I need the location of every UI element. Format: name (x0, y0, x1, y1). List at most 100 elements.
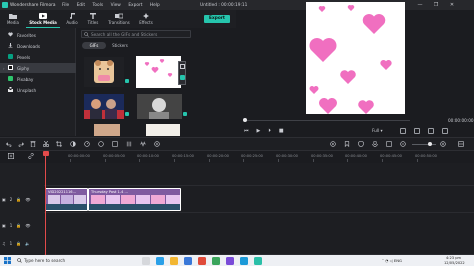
audio-mixer-icon[interactable] (126, 141, 132, 147)
marker-icon[interactable] (344, 141, 350, 147)
sidebar-item-unsplash[interactable]: Unsplash (0, 85, 76, 95)
tab-titles[interactable]: Titles (82, 10, 104, 28)
cartoon-bear-image (94, 60, 114, 83)
more-tools-icon[interactable] (154, 141, 160, 147)
timeline-layout-icon[interactable] (458, 141, 464, 147)
gif-thumbnail-selected[interactable] (136, 56, 181, 88)
gif-thumbnail[interactable] (146, 124, 180, 136)
close-button[interactable]: ✕ (444, 2, 460, 8)
scissors-icon[interactable] (43, 141, 49, 147)
add-to-project-icon[interactable] (180, 64, 185, 69)
download-badge-icon[interactable] (125, 79, 129, 83)
minimize-button[interactable]: — (412, 2, 428, 8)
tab-media[interactable]: Media (2, 10, 24, 28)
app-icon[interactable] (226, 256, 234, 265)
timeline-clip[interactable]: VID20221116... (45, 188, 88, 211)
track-row-audio-1[interactable] (44, 213, 474, 255)
monitor-icon[interactable] (400, 127, 406, 134)
tab-audio[interactable]: Audio (61, 10, 83, 28)
adjust-icon[interactable] (70, 141, 76, 147)
download-icon[interactable] (180, 75, 185, 80)
windows-start-icon[interactable] (4, 257, 11, 264)
tab-stock-media[interactable]: Stock Media (26, 10, 60, 28)
menu-file[interactable]: File (62, 3, 69, 8)
delete-icon[interactable] (30, 141, 36, 147)
fullscreen-icon[interactable] (442, 127, 448, 134)
green-screen-icon[interactable] (112, 141, 118, 147)
preview-scrubber[interactable] (246, 119, 410, 121)
export-button[interactable]: Export (204, 14, 230, 23)
chevron-up-icon[interactable]: ˄ (382, 258, 384, 263)
gif-thumbnail[interactable] (137, 94, 182, 119)
track-number: 1 (9, 241, 13, 246)
file-explorer-icon[interactable] (170, 256, 178, 265)
shield-icon[interactable] (358, 141, 364, 147)
sidebar-item-favorites[interactable]: Favorites (0, 30, 76, 40)
playback-quality-select[interactable]: Full ▾ (372, 128, 383, 133)
sidebar-item-pixabay[interactable]: Pixabay (0, 74, 76, 84)
microphone-icon[interactable] (372, 141, 378, 147)
color-icon[interactable] (98, 141, 104, 147)
clock-time[interactable]: 4:23 pm (446, 256, 461, 260)
eye-icon[interactable]: 👁 (25, 223, 30, 228)
eye-icon[interactable]: 👁 (25, 197, 30, 202)
stop-icon[interactable]: ■ (279, 128, 284, 134)
volume-icon[interactable] (428, 127, 434, 134)
voiceover-icon[interactable] (386, 141, 392, 147)
sidebar-item-downloads[interactable]: Downloads (0, 41, 76, 51)
download-badge-icon[interactable] (183, 112, 187, 116)
audio-wave-icon[interactable] (140, 141, 146, 147)
app-icon[interactable] (212, 256, 220, 265)
play-icon[interactable]: ▶ (257, 128, 261, 134)
scrubber-handle[interactable] (243, 117, 247, 122)
task-view-icon[interactable] (142, 256, 150, 265)
tab-effects[interactable]: Effects (135, 10, 157, 28)
menu-edit[interactable]: Edit (77, 3, 85, 8)
maximize-button[interactable]: ❐ (428, 2, 444, 8)
playhead-handle[interactable] (42, 151, 49, 156)
menu-view[interactable]: View (111, 3, 121, 8)
link-icon[interactable] (28, 153, 34, 159)
sidebar-item-giphy[interactable]: › Giphy (0, 63, 76, 73)
app-icon[interactable] (240, 256, 248, 265)
tab-gifs[interactable]: GIFs (82, 42, 106, 49)
sidebar-item-pexels[interactable]: Pexels (0, 52, 76, 62)
edge-browser-icon[interactable] (156, 256, 164, 265)
step-back-icon[interactable]: ⏮ (244, 128, 249, 134)
speed-icon[interactable] (84, 141, 90, 147)
undo-icon[interactable] (6, 141, 12, 147)
add-track-icon[interactable] (8, 153, 14, 159)
volume-icon[interactable]: ◁ (390, 258, 393, 263)
redo-icon[interactable] (18, 141, 24, 147)
gif-thumbnail[interactable] (84, 57, 124, 87)
render-preview-icon[interactable] (330, 141, 336, 147)
filmora-taskbar-icon[interactable] (254, 256, 262, 265)
zoom-slider[interactable] (412, 143, 436, 145)
snapshot-camera-icon[interactable] (414, 127, 420, 134)
zoom-out-icon[interactable] (400, 141, 406, 147)
playhead[interactable] (45, 151, 46, 255)
lock-icon[interactable]: 🔒 (16, 223, 21, 228)
play-slow-icon[interactable]: ⏵ (268, 128, 271, 134)
lock-icon[interactable]: 🔒 (16, 197, 21, 202)
track-row-video-2[interactable] (44, 163, 474, 186)
zoom-slider-handle[interactable] (428, 142, 432, 146)
tab-stickers[interactable]: Stickers (108, 42, 132, 49)
chrome-icon[interactable] (198, 256, 206, 265)
gif-thumbnail[interactable] (84, 94, 124, 119)
timeline-clip[interactable]: Thursday Post 1-4 ... (88, 188, 181, 211)
store-icon[interactable] (184, 256, 192, 265)
gif-thumbnail[interactable] (94, 124, 120, 136)
tab-transitions[interactable]: Transitions (104, 10, 134, 28)
language-indicator[interactable]: ENG (394, 258, 402, 263)
menu-help[interactable]: Help (150, 3, 160, 8)
speaker-icon[interactable]: 🔈 (25, 241, 30, 246)
download-badge-icon[interactable] (125, 112, 129, 116)
crop-icon[interactable] (56, 141, 62, 147)
clock-date[interactable]: 12/05/2022 (444, 261, 465, 265)
zoom-in-icon[interactable] (440, 141, 446, 147)
lock-icon[interactable]: 🔒 (16, 241, 21, 246)
menu-export[interactable]: Export (128, 3, 142, 8)
wifi-icon[interactable]: ◔ (385, 258, 388, 263)
menu-tools[interactable]: Tools (93, 3, 104, 8)
